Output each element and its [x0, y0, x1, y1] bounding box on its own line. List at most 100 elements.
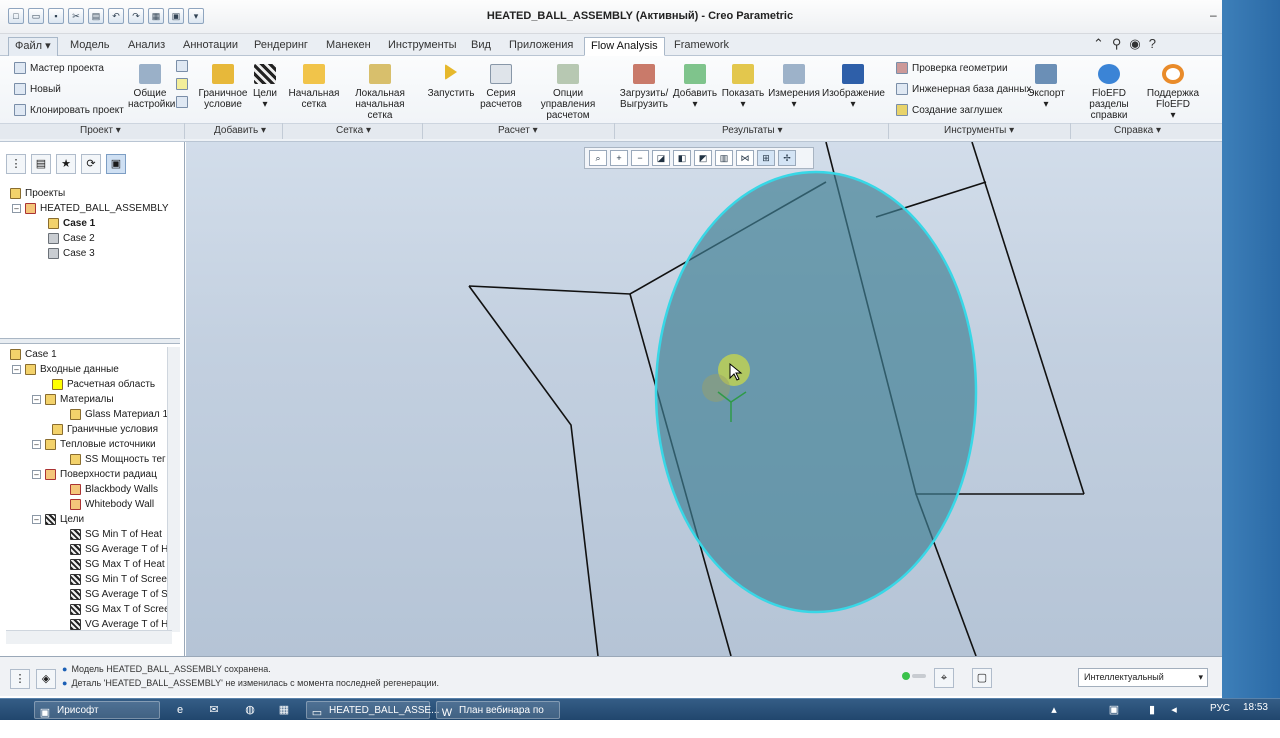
project-wizard-button[interactable]: Мастер проекта — [14, 62, 104, 74]
tree-node[interactable]: Граничные условия — [52, 422, 158, 437]
tree-horizontal-scrollbar[interactable] — [6, 630, 172, 644]
chrome-icon[interactable]: ◍ — [242, 702, 258, 718]
taskbar-item-word[interactable]: W План вебинара по ... — [436, 701, 560, 734]
collapse-ribbon-icon[interactable]: ⌃ — [1093, 36, 1104, 52]
initial-mesh-button[interactable]: Начальная сетка — [288, 64, 340, 110]
panel-splitter[interactable] — [0, 338, 180, 344]
collapse-icon[interactable]: – — [32, 515, 41, 524]
case-item[interactable]: Case 1 — [48, 216, 95, 231]
clock[interactable]: 18:53 — [1243, 702, 1268, 713]
saved-views-icon[interactable]: ◩ — [694, 150, 712, 166]
boundary-condition-button[interactable]: Граничное условие — [198, 64, 248, 110]
view-manager-icon[interactable]: ▥ — [715, 150, 733, 166]
mini-tool-icon[interactable] — [176, 78, 188, 90]
tab-flow-analysis[interactable]: Flow Analysis — [584, 37, 665, 56]
zoom-out-icon[interactable]: − — [631, 150, 649, 166]
annotation-display-icon[interactable]: ⊞ — [757, 150, 775, 166]
floefd-support-button[interactable]: Поддержка FloEFD ▾ — [1146, 64, 1200, 121]
tab-analysis[interactable]: Анализ — [122, 37, 171, 56]
group-add[interactable]: Добавить ▾ — [214, 125, 266, 136]
show-browser-icon[interactable]: ◈ — [36, 669, 56, 689]
tab-framework[interactable]: Framework — [668, 37, 735, 56]
tree-node[interactable]: – Материалы — [32, 392, 114, 407]
tab-annotations[interactable]: Аннотации — [177, 37, 244, 56]
mini-tool-icon[interactable] — [176, 96, 188, 108]
mini-tool-icon[interactable] — [176, 60, 188, 72]
help-icon[interactable]: ? — [1149, 36, 1156, 52]
tree-vertical-scrollbar[interactable] — [167, 347, 180, 632]
show-button[interactable]: Показать ▾ — [720, 64, 766, 110]
tree-node[interactable]: SG Average T of S — [70, 587, 168, 602]
run-button[interactable]: Запустить — [426, 64, 476, 99]
group-mesh[interactable]: Сетка ▾ — [336, 125, 371, 136]
zoom-in-icon[interactable]: + — [610, 150, 628, 166]
collapse-icon[interactable]: – — [32, 440, 41, 449]
case-item[interactable]: Case 3 — [48, 246, 95, 261]
tree-node[interactable]: – Тепловые источники — [32, 437, 156, 452]
minimize-icon[interactable]: – — [1210, 8, 1217, 22]
tab-manikin[interactable]: Манекен — [320, 37, 377, 56]
community-icon[interactable]: ◉ — [1129, 36, 1140, 52]
collapse-icon[interactable]: – — [12, 365, 21, 374]
tree-node[interactable]: Расчетная область — [52, 377, 155, 392]
tray-icon[interactable]: ▴ — [1046, 702, 1062, 718]
tree-node[interactable]: SG Average T of H — [70, 542, 168, 557]
spin-center-icon[interactable]: ✢ — [778, 150, 796, 166]
language-indicator[interactable]: РУС — [1210, 703, 1230, 714]
load-unload-button[interactable]: Загрузить/ Выгрузить — [618, 64, 670, 110]
check-geometry-button[interactable]: Проверка геометрии — [896, 62, 1008, 74]
case-item[interactable]: Case 2 — [48, 231, 95, 246]
app-icon[interactable]: ▦ — [276, 702, 292, 718]
tree-node[interactable]: SG Max T of Scree — [70, 602, 170, 617]
tree-node[interactable]: – Входные данные — [12, 362, 119, 377]
floefd-help-button[interactable]: FloEFD разделы справки — [1074, 64, 1144, 121]
group-project[interactable]: Проект ▾ — [80, 125, 121, 136]
calc-options-button[interactable]: Опции управления расчетом — [526, 64, 610, 121]
goals-button[interactable]: Цели ▾ — [250, 64, 280, 110]
display-style-icon[interactable]: ◧ — [673, 150, 691, 166]
general-settings-button[interactable]: Общие настройки — [128, 64, 175, 110]
refit-icon[interactable]: ⌕ — [589, 150, 607, 166]
new-project-button[interactable]: Новый — [14, 83, 61, 95]
tab-rendering[interactable]: Рендеринг — [248, 37, 314, 56]
collapse-icon[interactable]: – — [32, 395, 41, 404]
assembly-node[interactable]: – HEATED_BALL_ASSEMBLY — [12, 201, 169, 216]
engineering-database-button[interactable]: Инженерная база данных — [896, 83, 1031, 95]
group-calculation[interactable]: Расчет ▾ — [498, 125, 538, 136]
ie-icon[interactable]: e — [172, 702, 188, 718]
graphics-viewport[interactable]: ⌕ + − ◪ ◧ ◩ ▥ ⋈ ⊞ ✢ — [186, 142, 1222, 656]
clone-project-button[interactable]: Клонировать проект — [14, 104, 124, 116]
outlook-icon[interactable]: ✉ — [206, 702, 222, 718]
collapse-icon[interactable]: – — [12, 204, 21, 213]
tray-icon[interactable]: ▣ — [1106, 702, 1122, 718]
start-app-button[interactable]: ▣ Ирисофт — [34, 701, 160, 719]
volume-icon[interactable]: ◂ — [1166, 702, 1182, 718]
search-icon[interactable]: ⚲ — [1112, 36, 1122, 52]
tab-applications[interactable]: Приложения — [503, 37, 579, 56]
folder-browser-tab-icon[interactable]: ▤ — [31, 154, 51, 174]
selection-filter-icon[interactable]: ▢ — [972, 668, 992, 688]
tree-node[interactable]: Blackbody Walls — [70, 482, 158, 497]
tree-node[interactable]: SG Max T of Heat — [70, 557, 165, 572]
local-mesh-button[interactable]: Локальная начальная сетка — [342, 64, 418, 121]
create-lids-button[interactable]: Создание заглушек — [896, 104, 1002, 116]
favorites-tab-icon[interactable]: ★ — [56, 154, 76, 174]
tree-node[interactable]: SG Min T of Scree — [70, 572, 167, 587]
image-button[interactable]: Изображение ▾ — [822, 64, 885, 110]
model-tree-tab-icon[interactable]: ⋮ — [6, 154, 26, 174]
repaint-icon[interactable]: ◪ — [652, 150, 670, 166]
export-button[interactable]: Экспорт ▾ — [1024, 64, 1068, 110]
batch-run-button[interactable]: Серия расчетов — [478, 64, 524, 110]
datum-display-icon[interactable]: ⋈ — [736, 150, 754, 166]
group-help[interactable]: Справка ▾ — [1114, 125, 1161, 136]
measure-button[interactable]: Измерения ▾ — [768, 64, 820, 110]
group-results[interactable]: Результаты ▾ — [722, 125, 782, 136]
tab-file[interactable]: Файл ▾ — [8, 37, 58, 56]
taskbar-item-creo[interactable]: ▭ HEATED_BALL_ASSE... — [306, 701, 439, 719]
find-icon[interactable]: ⌖ — [934, 668, 954, 688]
group-tools[interactable]: Инструменты ▾ — [944, 125, 1014, 136]
case-root[interactable]: Case 1 — [10, 347, 57, 362]
tree-node[interactable]: – Цели — [32, 512, 84, 527]
flow-analysis-tab-icon[interactable]: ▣ — [106, 154, 126, 174]
tree-node[interactable]: Whitebody Wall — [70, 497, 154, 512]
